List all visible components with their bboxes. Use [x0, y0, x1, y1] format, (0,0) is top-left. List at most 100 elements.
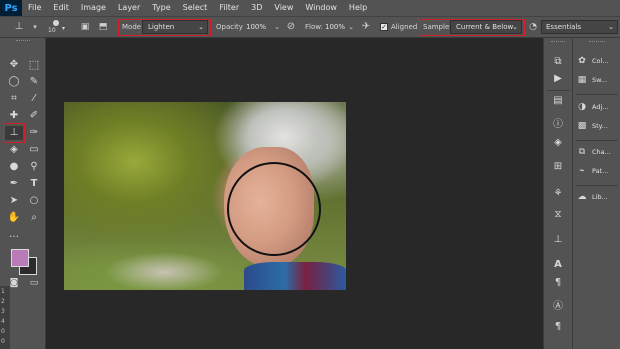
workspace-value: Essentials	[546, 23, 582, 31]
flow-label: Flow:	[305, 23, 323, 31]
hand-tool-icon[interactable]: ✋	[5, 211, 23, 225]
dock-grip[interactable]	[551, 41, 565, 42]
brush-tip-icon	[53, 20, 59, 26]
brush-tool-icon[interactable]: ✐	[25, 109, 43, 123]
history-brush-tool-icon[interactable]: ✑	[25, 126, 43, 140]
toggle-clone-source-panel-icon[interactable]: ⬒	[96, 20, 110, 34]
layers-panel-icon[interactable]: ◈	[550, 136, 566, 150]
color-icon: ✿	[578, 56, 586, 66]
ignore-adjustment-layers-icon[interactable]: ◔	[526, 20, 540, 34]
swatches-panel-tab[interactable]: ▦ Sw...	[575, 71, 619, 89]
menu-edit[interactable]: Edit	[47, 0, 75, 16]
panel-label: Adj...	[592, 103, 609, 111]
channels-icon: ⧉	[578, 147, 586, 157]
flow-chevron-icon[interactable]: ⌄	[344, 20, 358, 34]
ruler-tick-label: 2	[1, 298, 5, 305]
ruler-tick-label: 1	[1, 288, 5, 295]
marquee-tool-icon[interactable]: ⬚	[25, 58, 43, 72]
menu-view[interactable]: View	[268, 0, 299, 16]
menu-file[interactable]: File	[22, 0, 47, 16]
eyedropper-tool-icon[interactable]: ⁄	[25, 92, 43, 106]
paragraph-panel-icon[interactable]: ¶	[550, 276, 566, 290]
brush-panel-icon[interactable]: ⚘	[550, 187, 566, 201]
actions-panel-icon[interactable]: ▶	[550, 72, 566, 86]
toggle-brush-panel-icon[interactable]: ▣	[78, 20, 92, 34]
gradient-tool-icon[interactable]: ▭	[25, 143, 43, 157]
clone-source-panel-icon[interactable]: ⧖	[550, 208, 566, 222]
chevron-down-icon: ⌄	[198, 23, 204, 31]
healing-brush-tool-icon[interactable]: ✚	[5, 109, 23, 123]
panel-label: Col...	[592, 57, 609, 65]
mode-dropdown[interactable]: Lighten ⌄	[142, 20, 208, 34]
menu-window[interactable]: Window	[299, 0, 343, 16]
menu-help[interactable]: Help	[343, 0, 373, 16]
info-panel-icon[interactable]: ⓘ	[550, 118, 566, 132]
menu-3d[interactable]: 3D	[245, 0, 268, 16]
zoom-tool-icon[interactable]: ⌕	[25, 211, 43, 225]
opacity-chevron-icon[interactable]: ⌄	[270, 20, 284, 34]
chevron-down-icon: ⌄	[608, 23, 614, 31]
sample-label: Sample:	[423, 23, 452, 31]
panel-label: Pat...	[592, 167, 609, 175]
mode-label: Mode:	[122, 23, 144, 31]
panel-grip[interactable]	[16, 40, 30, 43]
ruler-tick-label: 0	[1, 338, 5, 345]
channels-panel-tab[interactable]: ⧉ Cha...	[575, 143, 619, 161]
photoshop-logo: Ps	[0, 0, 22, 16]
foreground-color-swatch[interactable]	[11, 249, 29, 267]
document-canvas-area[interactable]	[46, 38, 543, 349]
eraser-tool-icon[interactable]: ◈	[5, 143, 23, 157]
quick-selection-tool-icon[interactable]: ✎	[25, 75, 43, 89]
ellipse-tool-icon[interactable]: ○	[25, 194, 43, 208]
photo-path	[104, 252, 224, 290]
layer-comps-panel-icon[interactable]: ⊞	[550, 160, 566, 174]
tool-preset-chevron-icon[interactable]: ▾	[28, 20, 42, 34]
history-panel-icon[interactable]: ⧉	[550, 55, 566, 69]
lasso-tool-icon[interactable]: ◯	[5, 75, 23, 89]
workspace-switcher[interactable]: Essentials ⌄	[541, 20, 618, 34]
options-bar: ⊥ ▾ 10 ▾ ▣ ⬒ Mode: Lighten ⌄ Opacity: 100…	[0, 16, 620, 38]
opacity-input[interactable]: 100%	[243, 20, 273, 34]
styles-panel-tab[interactable]: ▩ Sty...	[575, 117, 619, 135]
menu-layer[interactable]: Layer	[112, 0, 146, 16]
character-panel-icon[interactable]: A	[550, 258, 566, 272]
sample-dropdown[interactable]: Current & Below ⌄	[450, 20, 522, 34]
brush-picker-chevron-icon: ▾	[62, 25, 66, 32]
ruler-tick-label: 0	[1, 328, 5, 335]
screen-mode-icon[interactable]: ▭	[25, 276, 43, 290]
type-tool-icon[interactable]: T	[25, 177, 43, 191]
properties-panel-icon[interactable]: ▤	[550, 94, 566, 108]
ruler-tick-label: 3	[1, 308, 5, 315]
clone-stamp-tool-preset-icon[interactable]: ⊥	[12, 20, 26, 34]
path-selection-tool-icon[interactable]: ➤	[5, 194, 23, 208]
pressure-opacity-icon[interactable]: ⊘	[284, 20, 298, 34]
paragraph-styles-panel-icon[interactable]: ¶	[550, 320, 566, 334]
color-panel-tab[interactable]: ✿ Col...	[575, 52, 619, 70]
tool-presets-panel-icon[interactable]: ⊥	[550, 233, 566, 247]
dock-divider	[576, 185, 618, 186]
menu-type[interactable]: Type	[146, 0, 176, 16]
character-styles-panel-icon[interactable]: Ⓐ	[550, 300, 566, 314]
panel-dock: ✿ Col... ▦ Sw... ◑ Adj... ▩ Sty... ⧉ Cha... ⌁…	[572, 38, 620, 349]
pen-tool-icon[interactable]: ✒	[5, 177, 23, 191]
dock-divider	[576, 140, 618, 141]
airbrush-icon[interactable]: ✈	[359, 20, 373, 34]
menu-filter[interactable]: Filter	[213, 0, 245, 16]
move-tool-icon[interactable]: ✥	[5, 58, 23, 72]
menu-image[interactable]: Image	[75, 0, 112, 16]
libraries-panel-tab[interactable]: ☁ Lib...	[575, 188, 619, 206]
blur-tool-icon[interactable]: ●	[5, 160, 23, 174]
brush-preset-picker[interactable]: 10 ▾	[44, 19, 70, 36]
flow-value: 100%	[325, 23, 346, 31]
crop-tool-icon[interactable]: ⌗	[5, 92, 23, 106]
adjustments-panel-tab[interactable]: ◑ Adj...	[575, 98, 619, 116]
dodge-tool-icon[interactable]: ⚲	[25, 160, 43, 174]
document-photo[interactable]	[64, 102, 346, 290]
paths-panel-tab[interactable]: ⌁ Pat...	[575, 162, 619, 180]
edit-toolbar-icon[interactable]: …	[5, 228, 23, 242]
aligned-checkbox[interactable]: ✓	[380, 23, 388, 31]
panel-label: Sty...	[592, 122, 608, 130]
dock-grip[interactable]	[589, 41, 605, 42]
styles-icon: ▩	[577, 121, 587, 131]
menu-select[interactable]: Select	[177, 0, 214, 16]
